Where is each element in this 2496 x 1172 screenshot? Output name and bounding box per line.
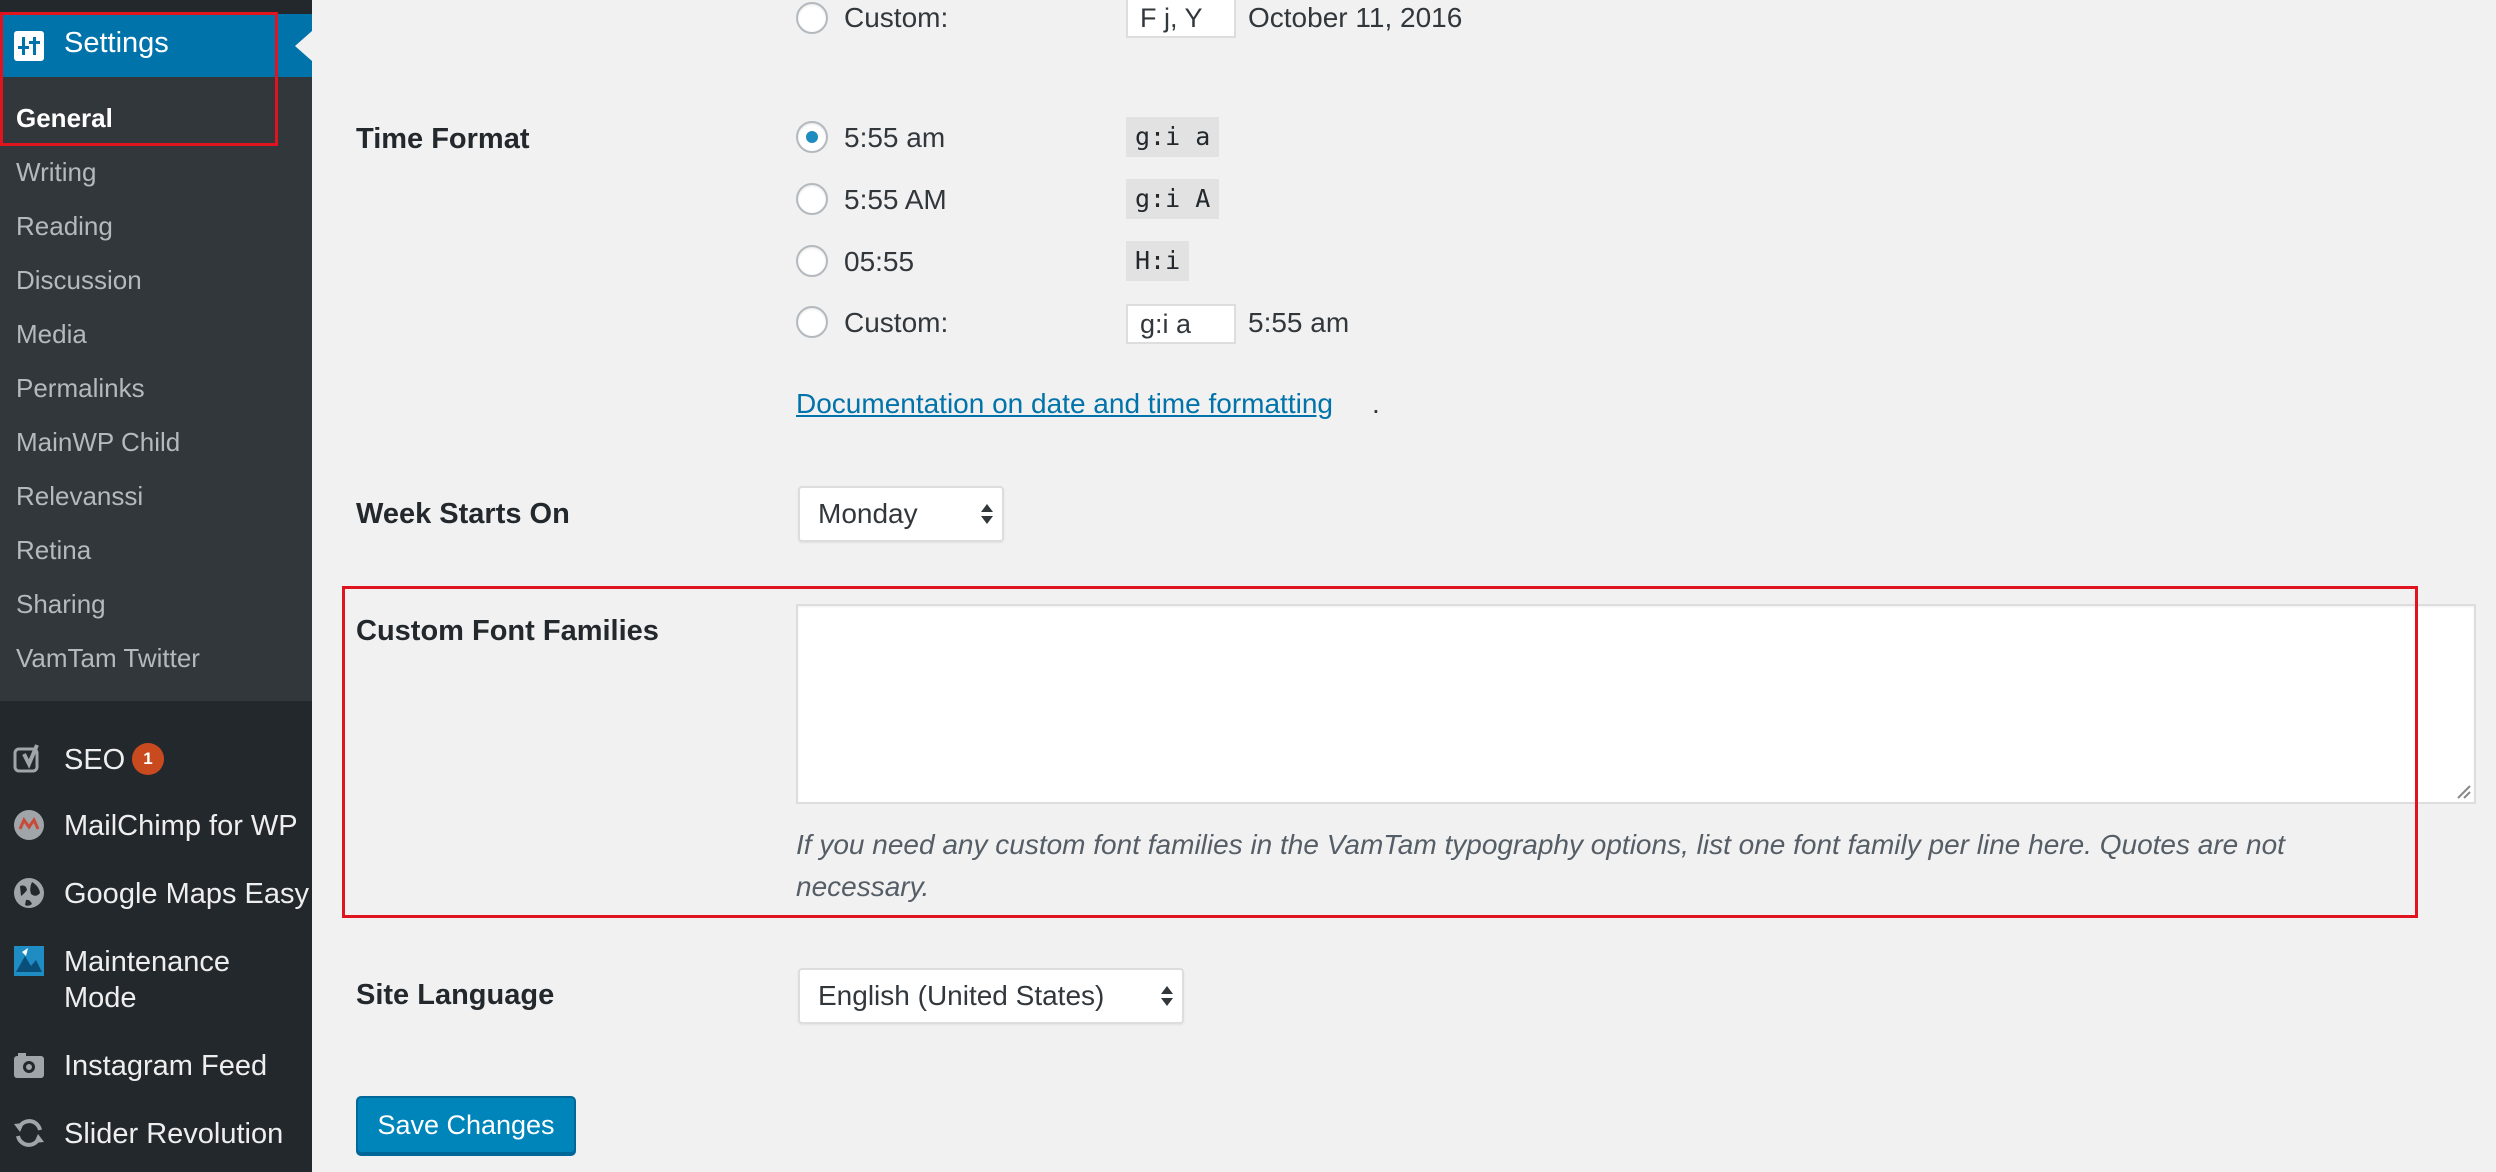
date-format-custom-input[interactable]: F j, Y: [1126, 0, 1236, 38]
menu-seo-label: SEO: [64, 744, 126, 776]
refresh-icon: [12, 1116, 46, 1150]
maintenance-icon: [12, 944, 46, 978]
doc-date-time-link[interactable]: Documentation on date and time formattin…: [796, 388, 1333, 420]
submenu-vamtam-twitter[interactable]: VamTam Twitter: [16, 643, 200, 674]
current-menu-arrow: [295, 31, 312, 61]
submenu-relevanssi[interactable]: Relevanssi: [16, 481, 143, 512]
settings-submenu: General Writing Reading Discussion Media…: [0, 77, 312, 701]
site-language-value: English (United States): [818, 980, 1105, 1011]
time-format-radio-3[interactable]: [796, 245, 828, 277]
save-changes-button[interactable]: Save Changes: [356, 1096, 576, 1154]
custom-font-families-description: If you need any custom font families in …: [796, 829, 2285, 902]
submenu-discussion[interactable]: Discussion: [16, 265, 142, 296]
time-format-option-1-code: g:i a: [1126, 117, 1220, 157]
week-starts-label: Week Starts On: [356, 498, 570, 530]
menu-mailchimp[interactable]: MailChimp for WP: [0, 796, 312, 856]
submenu-retina[interactable]: Retina: [16, 535, 91, 566]
menu-maintenance-mode[interactable]: Maintenance Mode: [0, 932, 312, 1014]
time-format-option-2-code: g:i A: [1126, 179, 1220, 219]
camera-icon: [12, 1048, 46, 1082]
custom-font-families-textarea[interactable]: [796, 604, 2476, 804]
date-format-preview: October 11, 2016: [1248, 2, 1463, 33]
time-format-custom-radio[interactable]: [796, 306, 828, 338]
seo-notification-badge: 1: [132, 743, 164, 775]
site-language-select[interactable]: English (United States): [798, 968, 1184, 1024]
submenu-mainwp-child[interactable]: MainWP Child: [16, 427, 180, 458]
menu-google-maps-easy[interactable]: Google Maps Easy: [0, 864, 312, 924]
menu-slider-revolution[interactable]: Slider Revolution: [0, 1104, 312, 1164]
time-format-option-2-label: 5:55 AM: [844, 184, 947, 215]
yoast-icon: [12, 742, 46, 776]
menu-mailchimp-label: MailChimp for WP: [64, 810, 298, 842]
submenu-writing[interactable]: Writing: [16, 157, 96, 188]
custom-font-families-label: Custom Font Families: [356, 615, 659, 647]
settings-icon: [14, 31, 44, 61]
week-starts-value: Monday: [818, 498, 918, 529]
week-starts-select[interactable]: Monday: [798, 486, 1004, 542]
menu-slider-revolution-label: Slider Revolution: [64, 1118, 284, 1150]
menu-settings-label: Settings: [64, 27, 169, 59]
submenu-permalinks[interactable]: Permalinks: [16, 373, 145, 404]
time-format-option-1-label: 5:55 am: [844, 122, 946, 153]
menu-google-maps-easy-label: Google Maps Easy: [64, 878, 310, 910]
select-arrows-icon: [981, 504, 993, 524]
globe-icon: [12, 876, 46, 910]
submenu-sharing[interactable]: Sharing: [16, 589, 106, 620]
date-format-custom-radio[interactable]: [796, 2, 828, 34]
date-format-custom-label: Custom:: [844, 2, 949, 33]
admin-sidebar: Settings General Writing Reading Discuss…: [0, 0, 312, 1172]
menu-settings[interactable]: Settings: [0, 14, 312, 77]
menu-instagram-feed[interactable]: Instagram Feed: [0, 1036, 312, 1096]
submenu-general[interactable]: General: [16, 103, 113, 134]
submenu-reading[interactable]: Reading: [16, 211, 113, 242]
menu-maintenance-mode-label: Maintenance Mode: [64, 946, 231, 1014]
resize-grip-icon[interactable]: [2454, 782, 2472, 800]
time-format-custom-input[interactable]: g:i a: [1126, 304, 1236, 344]
mailchimp-icon: [12, 808, 46, 842]
time-format-radio-2[interactable]: [796, 183, 828, 215]
menu-instagram-feed-label: Instagram Feed: [64, 1050, 268, 1082]
time-format-option-3-label: 05:55: [844, 246, 915, 277]
time-format-label: Time Format: [356, 123, 530, 155]
time-format-radio-1[interactable]: [796, 121, 828, 153]
select-arrows-icon: [1161, 986, 1173, 1006]
time-format-preview: 5:55 am: [1248, 307, 1350, 338]
submenu-media[interactable]: Media: [16, 319, 87, 350]
site-language-label: Site Language: [356, 979, 555, 1011]
time-format-custom-label: Custom:: [844, 307, 949, 338]
doc-link-period: .: [1372, 388, 1380, 419]
time-format-option-3-code: H:i: [1126, 241, 1190, 281]
